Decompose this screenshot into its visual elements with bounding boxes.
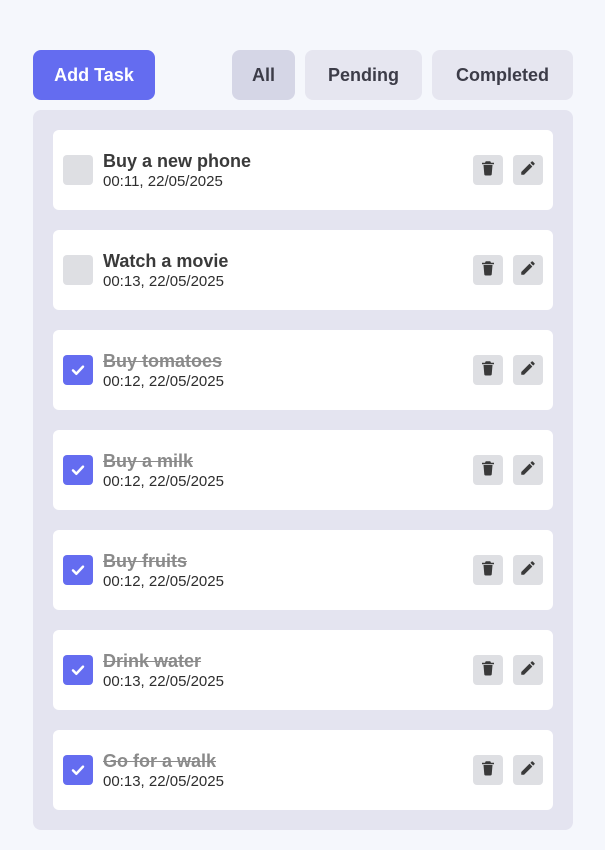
task-timestamp: 00:13, 22/05/2025 — [103, 773, 224, 790]
task-item: Watch a movie 00:13, 22/05/2025 — [53, 230, 553, 310]
delete-task-button[interactable] — [473, 455, 503, 485]
delete-task-button[interactable] — [473, 255, 503, 285]
pencil-icon — [519, 759, 537, 782]
task-checkbox[interactable] — [63, 455, 93, 485]
task-title: Buy fruits — [103, 551, 188, 571]
task-title: Buy tomatoes — [103, 351, 223, 371]
task-item: Buy tomatoes 00:12, 22/05/2025 — [53, 330, 553, 410]
edit-task-button[interactable] — [513, 155, 543, 185]
task-checkbox[interactable] — [63, 755, 93, 785]
edit-task-button[interactable] — [513, 555, 543, 585]
edit-task-button[interactable] — [513, 455, 543, 485]
task-title: Drink water — [103, 651, 202, 671]
task-checkbox[interactable] — [63, 255, 93, 285]
task-title: Buy a milk — [103, 451, 194, 471]
edit-task-button[interactable] — [513, 655, 543, 685]
delete-task-button[interactable] — [473, 755, 503, 785]
filter-all-button[interactable]: All — [232, 50, 295, 100]
task-title: Buy a new phone — [103, 151, 252, 171]
pencil-icon — [519, 259, 537, 282]
toolbar: Add Task All Pending Completed — [33, 50, 573, 100]
task-item: Buy a milk 00:12, 22/05/2025 — [53, 430, 553, 510]
check-icon — [68, 360, 88, 380]
pencil-icon — [519, 559, 537, 582]
trash-icon — [479, 659, 497, 682]
task-checkbox[interactable] — [63, 155, 93, 185]
delete-task-button[interactable] — [473, 355, 503, 385]
edit-task-button[interactable] — [513, 755, 543, 785]
filter-completed-button[interactable]: Completed — [432, 50, 573, 100]
pencil-icon — [519, 159, 537, 182]
task-timestamp: 00:12, 22/05/2025 — [103, 473, 224, 490]
task-checkbox[interactable] — [63, 355, 93, 385]
task-title: Go for a walk — [103, 751, 217, 771]
trash-icon — [479, 559, 497, 582]
edit-task-button[interactable] — [513, 255, 543, 285]
task-timestamp: 00:12, 22/05/2025 — [103, 373, 224, 390]
task-title: Watch a movie — [103, 251, 229, 271]
task-list: Buy a new phone 00:11, 22/05/2025 Watch … — [33, 110, 573, 830]
task-checkbox[interactable] — [63, 655, 93, 685]
task-item: Buy fruits 00:12, 22/05/2025 — [53, 530, 553, 610]
trash-icon — [479, 259, 497, 282]
check-icon — [68, 660, 88, 680]
task-timestamp: 00:11, 22/05/2025 — [103, 173, 223, 190]
edit-task-button[interactable] — [513, 355, 543, 385]
trash-icon — [479, 359, 497, 382]
pencil-icon — [519, 659, 537, 682]
task-item: Go for a walk 00:13, 22/05/2025 — [53, 730, 553, 810]
todo-app: Add Task All Pending Completed Buy a new… — [0, 0, 605, 850]
filter-pending-button[interactable]: Pending — [305, 50, 422, 100]
task-timestamp: 00:13, 22/05/2025 — [103, 273, 224, 290]
task-timestamp: 00:12, 22/05/2025 — [103, 573, 224, 590]
check-icon — [68, 460, 88, 480]
task-timestamp: 00:13, 22/05/2025 — [103, 673, 224, 690]
delete-task-button[interactable] — [473, 155, 503, 185]
add-task-button[interactable]: Add Task — [33, 50, 155, 100]
trash-icon — [479, 159, 497, 182]
task-item: Buy a new phone 00:11, 22/05/2025 — [53, 130, 553, 210]
pencil-icon — [519, 359, 537, 382]
trash-icon — [479, 759, 497, 782]
pencil-icon — [519, 459, 537, 482]
task-checkbox[interactable] — [63, 555, 93, 585]
delete-task-button[interactable] — [473, 655, 503, 685]
check-icon — [68, 760, 88, 780]
check-icon — [68, 560, 88, 580]
trash-icon — [479, 459, 497, 482]
task-item: Drink water 00:13, 22/05/2025 — [53, 630, 553, 710]
delete-task-button[interactable] — [473, 555, 503, 585]
